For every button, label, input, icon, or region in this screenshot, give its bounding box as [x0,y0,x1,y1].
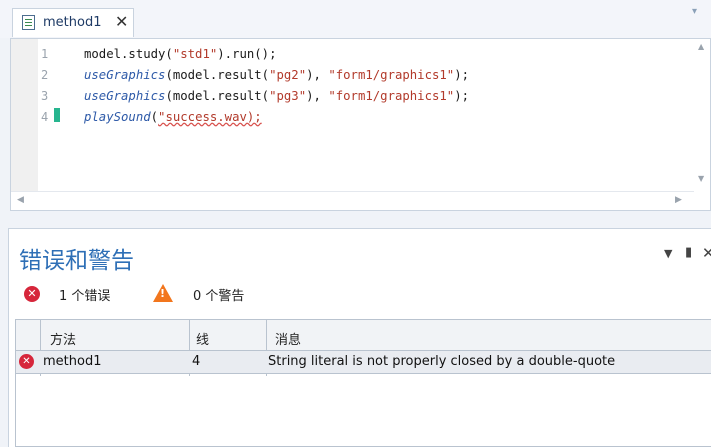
code-token: "form1/graphics1" [328,68,455,82]
code-token: ).run(); [217,47,277,61]
code-line-4[interactable]: playSound("success.wav); [84,109,262,125]
code-line-2[interactable]: useGraphics(model.result("pg2"), "form1/… [84,67,469,83]
tab-method1[interactable]: method1 ✕ [12,8,134,37]
code-editor[interactable]: 1 2 3 4 model.study("std1").run(); useGr… [10,38,711,211]
line-number: 3 [41,89,49,103]
warning-icon-mark: ! [160,287,166,300]
code-token: useGraphics [84,68,166,82]
cell-message: String literal is not properly closed by… [268,354,616,369]
tab-label: method1 [43,15,102,30]
panel-menu-dropdown-icon[interactable]: ▼ [664,247,672,260]
column-header-line[interactable]: 线 [196,329,209,348]
code-token: ); [454,68,470,82]
tab-overflow-chevron-icon[interactable]: ▾ [692,6,697,17]
code-token: "std1" [172,47,218,61]
pin-icon[interactable]: ▮ [685,245,692,260]
line-number: 4 [41,110,49,124]
close-panel-icon[interactable]: ✕ [702,244,711,262]
tab-bar: method1 ✕ ▾ [0,0,711,38]
scroll-up-arrow-icon[interactable]: ▲ [698,42,704,51]
close-tab-icon[interactable]: ✕ [115,12,128,32]
scroll-down-arrow-icon[interactable]: ▼ [698,174,704,183]
vertical-scrollbar[interactable]: ▲ ▼ [694,39,710,190]
code-token: "success.wav); [158,110,262,124]
column-header-method[interactable]: 方法 [50,329,76,348]
table-header: 方法 线 消息 [16,320,711,351]
error-count[interactable]: 1 个错误 [59,285,110,304]
warning-count[interactable]: 0 个警告 [193,285,244,304]
line-number: 1 [41,47,49,61]
code-line-1[interactable]: model.study("std1").run(); [84,46,277,62]
scroll-left-arrow-icon[interactable]: ◀ [17,195,24,205]
method-file-icon [22,15,35,30]
error-icon[interactable]: ✕ [24,286,40,302]
code-token: useGraphics [84,89,166,103]
column-header-message[interactable]: 消息 [275,329,301,348]
line-number: 2 [41,68,49,82]
code-token: (model.result( [165,68,270,82]
code-token: (model.result( [165,89,270,103]
editor-gutter [11,39,38,191]
current-line-marker [54,108,60,122]
code-token: ), [306,68,329,82]
horizontal-scrollbar[interactable]: ◀ ▶ [11,191,694,210]
code-token: "pg3" [269,89,307,103]
panel-title: 错误和警告 [19,248,134,274]
code-token: playSound [84,110,151,124]
code-line-3[interactable]: useGraphics(model.result("pg3"), "form1/… [84,88,469,104]
code-token: model.study( [84,47,173,61]
code-token: "pg2" [269,68,307,82]
errors-table: 方法 线 消息 ✕ method1 4 String literal is no… [15,319,711,447]
code-token: ( [150,110,159,124]
code-token: ), [306,89,329,103]
code-token: ); [454,89,470,103]
error-icon: ✕ [19,354,34,369]
cell-line: 4 [192,354,201,369]
cell-method: method1 [43,354,102,369]
code-token: "form1/graphics1" [328,89,455,103]
table-row[interactable]: ✕ method1 4 String literal is not proper… [16,351,711,374]
scroll-right-arrow-icon[interactable]: ▶ [675,195,682,205]
errors-warnings-panel: 错误和警告 ▼ ▮ ✕ ✕ 1 个错误 ! 0 个警告 方法 线 消息 ✕ me… [8,228,711,447]
